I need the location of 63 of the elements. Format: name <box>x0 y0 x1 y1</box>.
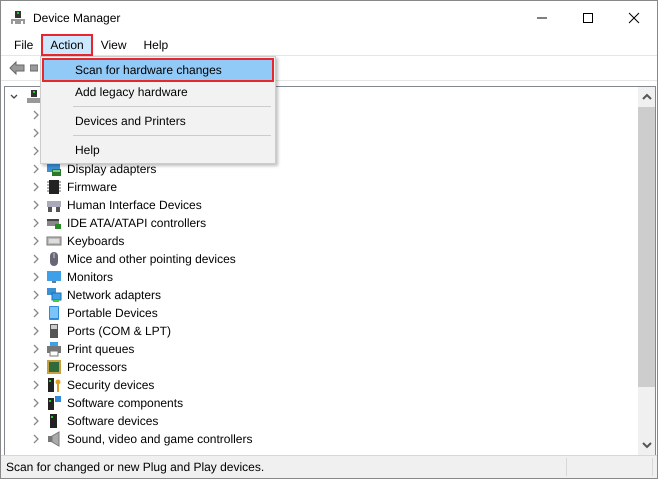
menu-item[interactable]: View <box>92 35 134 55</box>
expand-chevron-icon[interactable] <box>32 200 40 210</box>
menu-item[interactable]: Help <box>136 35 176 55</box>
expand-chevron-icon[interactable] <box>32 326 40 336</box>
menu-item[interactable]: Action <box>42 35 92 55</box>
expand-chevron-icon[interactable] <box>32 416 40 426</box>
expand-chevron-icon[interactable] <box>32 182 40 192</box>
display-adapter-icon <box>46 161 62 177</box>
expand-chevron-icon[interactable] <box>32 164 40 174</box>
tree-item[interactable]: Ports (COM & LPT) <box>67 324 172 338</box>
processor-icon <box>46 359 62 375</box>
expand-chevron-icon[interactable] <box>32 110 40 120</box>
tree-item[interactable]: Portable Devices <box>67 306 158 320</box>
tree-item[interactable]: Software devices <box>67 414 158 428</box>
expand-chevron-icon[interactable] <box>32 128 40 138</box>
network-icon <box>46 287 62 303</box>
tree-item[interactable]: IDE ATA/ATAPI controllers <box>67 216 206 230</box>
window-title: Device Manager <box>33 11 120 25</box>
tree-item[interactable]: Network adapters <box>67 288 162 302</box>
expand-chevron-icon[interactable] <box>32 218 40 228</box>
tower-key-icon <box>46 377 62 393</box>
menu-item[interactable]: Devices and Printers <box>43 110 273 132</box>
computer-icon <box>26 89 42 105</box>
tree-item[interactable]: Processors <box>67 360 128 374</box>
expand-chevron-icon[interactable] <box>32 290 40 300</box>
tree-item[interactable]: Keyboards <box>67 234 124 248</box>
expand-chevron-icon[interactable] <box>32 344 40 354</box>
tree-item[interactable]: Monitors <box>67 270 114 284</box>
tree-item[interactable]: Print queues <box>67 342 134 356</box>
vertical-scrollbar[interactable] <box>638 87 655 455</box>
monitor-icon <box>46 269 62 285</box>
scroll-down-icon[interactable] <box>642 441 652 449</box>
tree-item[interactable]: Sound, video and game controllers <box>67 432 252 446</box>
expand-chevron-icon[interactable] <box>32 272 40 282</box>
tree-item[interactable]: Human Interface Devices <box>67 198 202 212</box>
speaker-icon <box>46 431 62 447</box>
close-icon <box>628 12 640 24</box>
maximize-icon <box>582 12 594 24</box>
tree-item[interactable]: Security devices <box>67 378 154 392</box>
menu-item[interactable]: Scan for hardware changes <box>43 59 273 81</box>
expand-chevron-icon[interactable] <box>32 146 40 156</box>
tower-puzzle-icon <box>46 395 62 411</box>
device-manager-icon <box>10 10 26 26</box>
printer-icon <box>46 341 62 357</box>
expand-chevron-icon[interactable] <box>32 362 40 372</box>
tablet-icon <box>46 305 62 321</box>
tree-item[interactable]: Firmware <box>67 180 117 194</box>
expand-chevron-icon[interactable] <box>32 434 40 444</box>
menu-item[interactable]: Add legacy hardware <box>43 81 273 103</box>
expand-chevron-icon[interactable] <box>32 380 40 390</box>
tree-item[interactable]: Software components <box>67 396 184 410</box>
scroll-up-icon[interactable] <box>642 93 652 101</box>
expand-chevron-icon[interactable] <box>32 308 40 318</box>
tree-item[interactable]: Display adapters <box>67 162 156 176</box>
menu-item[interactable]: Help <box>43 139 273 161</box>
expand-chevron-icon[interactable] <box>32 254 40 264</box>
tree-item[interactable]: Mice and other pointing devices <box>67 252 236 266</box>
status-text: Scan for changed or new Plug and Play devices. <box>5 460 266 474</box>
chip-icon <box>46 179 62 195</box>
menu-item[interactable]: File <box>6 35 42 55</box>
expand-chevron-icon[interactable] <box>32 236 40 246</box>
expand-chevron-icon[interactable] <box>32 398 40 408</box>
back-arrow-icon[interactable] <box>9 61 25 75</box>
